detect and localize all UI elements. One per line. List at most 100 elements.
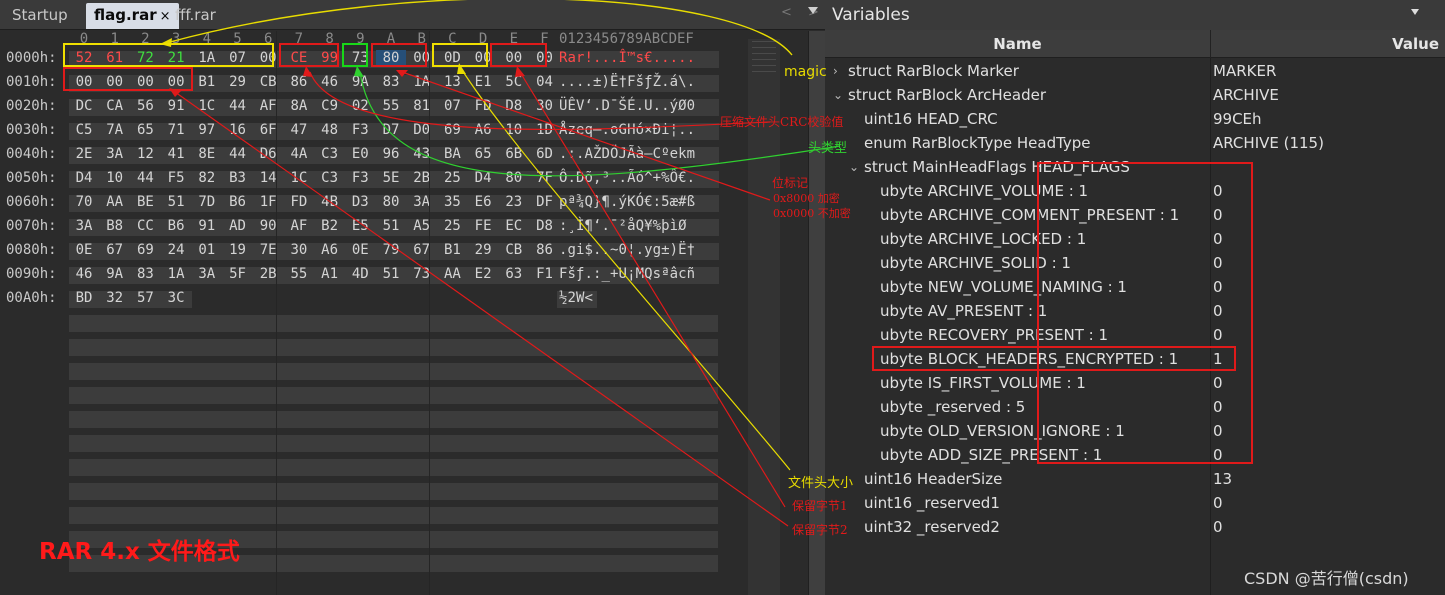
hex-byte[interactable]: 79	[376, 242, 406, 258]
hex-byte[interactable]: 46	[69, 266, 99, 282]
hex-byte[interactable]: 2B	[253, 266, 283, 282]
ascii-row[interactable]: ....±)Ë†FšƒŽ.á\.	[559, 74, 695, 90]
hex-byte[interactable]: F5	[161, 170, 191, 186]
hex-byte[interactable]: 56	[130, 98, 160, 114]
hex-byte[interactable]: 24	[161, 242, 191, 258]
hex-byte[interactable]: 71	[161, 122, 191, 138]
hex-byte[interactable]: 1A	[161, 266, 191, 282]
hex-byte[interactable]: 2E	[69, 146, 99, 162]
hex-byte[interactable]: BA	[437, 146, 467, 162]
hex-byte[interactable]: 91	[161, 98, 191, 114]
hex-byte[interactable]: 1D	[530, 122, 560, 138]
hex-byte[interactable]: F1	[530, 266, 560, 282]
hex-byte[interactable]: 3C	[161, 290, 191, 306]
tab-startup[interactable]: Startup	[4, 3, 76, 29]
hex-byte[interactable]: 0E	[69, 242, 99, 258]
hex-byte[interactable]: CB	[253, 74, 283, 90]
hex-byte[interactable]: 10	[499, 122, 529, 138]
hex-byte[interactable]: 65	[130, 122, 160, 138]
hex-byte[interactable]: D4	[69, 170, 99, 186]
hex-byte[interactable]: 12	[130, 146, 160, 162]
hex-byte[interactable]: 83	[376, 74, 406, 90]
hex-byte[interactable]: 1F	[253, 194, 283, 210]
tab-fff-rar[interactable]: fff.rar	[167, 3, 224, 29]
hex-byte[interactable]: A1	[315, 266, 345, 282]
hex-byte[interactable]: C3	[315, 170, 345, 186]
hex-byte[interactable]: B1	[192, 74, 222, 90]
hex-byte[interactable]: 01	[192, 242, 222, 258]
hex-byte[interactable]: 4A	[284, 146, 314, 162]
hex-byte[interactable]: D0	[407, 122, 437, 138]
ascii-row[interactable]: :¸Ì¶‘­.¯²åQ¥%þìØ	[559, 218, 687, 234]
hex-byte[interactable]: D8	[530, 218, 560, 234]
ascii-row[interactable]: ½2W<	[559, 290, 593, 306]
hex-byte[interactable]: 8E	[192, 146, 222, 162]
variable-row[interactable]: uint16 _reserved1 0	[825, 491, 1445, 515]
hex-byte[interactable]: CA	[100, 98, 130, 114]
hex-byte[interactable]: 7D	[192, 194, 222, 210]
hex-byte[interactable]: 81	[407, 98, 437, 114]
ascii-row[interactable]: Åzeq—.oGHó×Ði¦..	[559, 122, 695, 138]
hex-byte[interactable]: B6	[223, 194, 253, 210]
hex-byte[interactable]: EC	[499, 218, 529, 234]
hex-byte[interactable]: 16	[223, 122, 253, 138]
hex-byte[interactable]: 23	[499, 194, 529, 210]
hex-byte[interactable]: 44	[130, 170, 160, 186]
hex-byte[interactable]: 73	[407, 266, 437, 282]
hex-byte[interactable]: 55	[376, 98, 406, 114]
hex-byte[interactable]: 43	[407, 146, 437, 162]
hex-byte[interactable]: A5	[407, 218, 437, 234]
ascii-row[interactable]: pª¾Q}¶.ýKÓ€:5æ#ß	[559, 194, 695, 210]
variable-row[interactable]: enum RarBlockType HeadType ARCHIVE (115)	[825, 131, 1445, 155]
hex-byte[interactable]: FE	[468, 218, 498, 234]
hex-byte[interactable]: 7E	[253, 242, 283, 258]
hex-byte[interactable]: AF	[253, 98, 283, 114]
hex-byte[interactable]: 6D	[530, 146, 560, 162]
hex-byte[interactable]: 2B	[407, 170, 437, 186]
hex-byte[interactable]: B2	[315, 218, 345, 234]
hex-byte[interactable]: 32	[100, 290, 130, 306]
chevron-right-icon[interactable]: ›	[833, 59, 838, 83]
hex-byte[interactable]: 67	[100, 242, 130, 258]
hex-byte[interactable]: 91	[192, 218, 222, 234]
hex-byte[interactable]: 82	[192, 170, 222, 186]
hex-byte[interactable]: F3	[345, 170, 375, 186]
hex-byte[interactable]: AA	[437, 266, 467, 282]
hex-byte[interactable]: B8	[100, 218, 130, 234]
hex-byte[interactable]: 3A	[192, 266, 222, 282]
hex-byte[interactable]: AA	[100, 194, 130, 210]
hex-byte[interactable]: 4D	[345, 266, 375, 282]
hex-byte[interactable]: C9	[315, 98, 345, 114]
hex-byte[interactable]: D6	[253, 146, 283, 162]
hex-byte[interactable]: D4	[468, 170, 498, 186]
hex-byte[interactable]: DC	[69, 98, 99, 114]
hex-byte[interactable]: 30	[284, 242, 314, 258]
hex-byte[interactable]: 9A	[100, 266, 130, 282]
hex-byte[interactable]: CB	[499, 242, 529, 258]
variable-row[interactable]: uint16 HEAD_CRC 99CEh	[825, 107, 1445, 131]
hex-byte[interactable]: AF	[284, 218, 314, 234]
hex-byte[interactable]: DF	[530, 194, 560, 210]
hex-byte[interactable]: 97	[192, 122, 222, 138]
hex-byte[interactable]: A6	[468, 122, 498, 138]
hex-byte[interactable]: 25	[437, 218, 467, 234]
ascii-row[interactable]: Fšƒ.:_+U¡MQsªâcñ	[559, 266, 695, 282]
hex-byte[interactable]: 29	[223, 74, 253, 90]
tab-list-dropdown-icon[interactable]	[808, 7, 818, 14]
hex-byte[interactable]: 48	[315, 122, 345, 138]
hex-byte[interactable]: 8A	[284, 98, 314, 114]
hex-byte[interactable]: 14	[253, 170, 283, 186]
hex-byte[interactable]: 5C	[499, 74, 529, 90]
hex-byte[interactable]: C3	[315, 146, 345, 162]
hex-byte[interactable]: 3A	[69, 218, 99, 234]
hex-byte[interactable]: BD	[69, 290, 99, 306]
tab-flag-rar[interactable]: flag.rar ×	[86, 3, 179, 29]
panel-menu-icon[interactable]	[1411, 9, 1419, 15]
hex-byte[interactable]: BE	[130, 194, 160, 210]
hex-byte[interactable]: 44	[223, 146, 253, 162]
hex-byte[interactable]: FD	[468, 98, 498, 114]
hex-byte[interactable]: 96	[376, 146, 406, 162]
chevron-down-icon[interactable]: ⌄	[833, 83, 843, 107]
hex-byte[interactable]: 63	[499, 266, 529, 282]
hex-byte[interactable]: 13	[437, 74, 467, 90]
